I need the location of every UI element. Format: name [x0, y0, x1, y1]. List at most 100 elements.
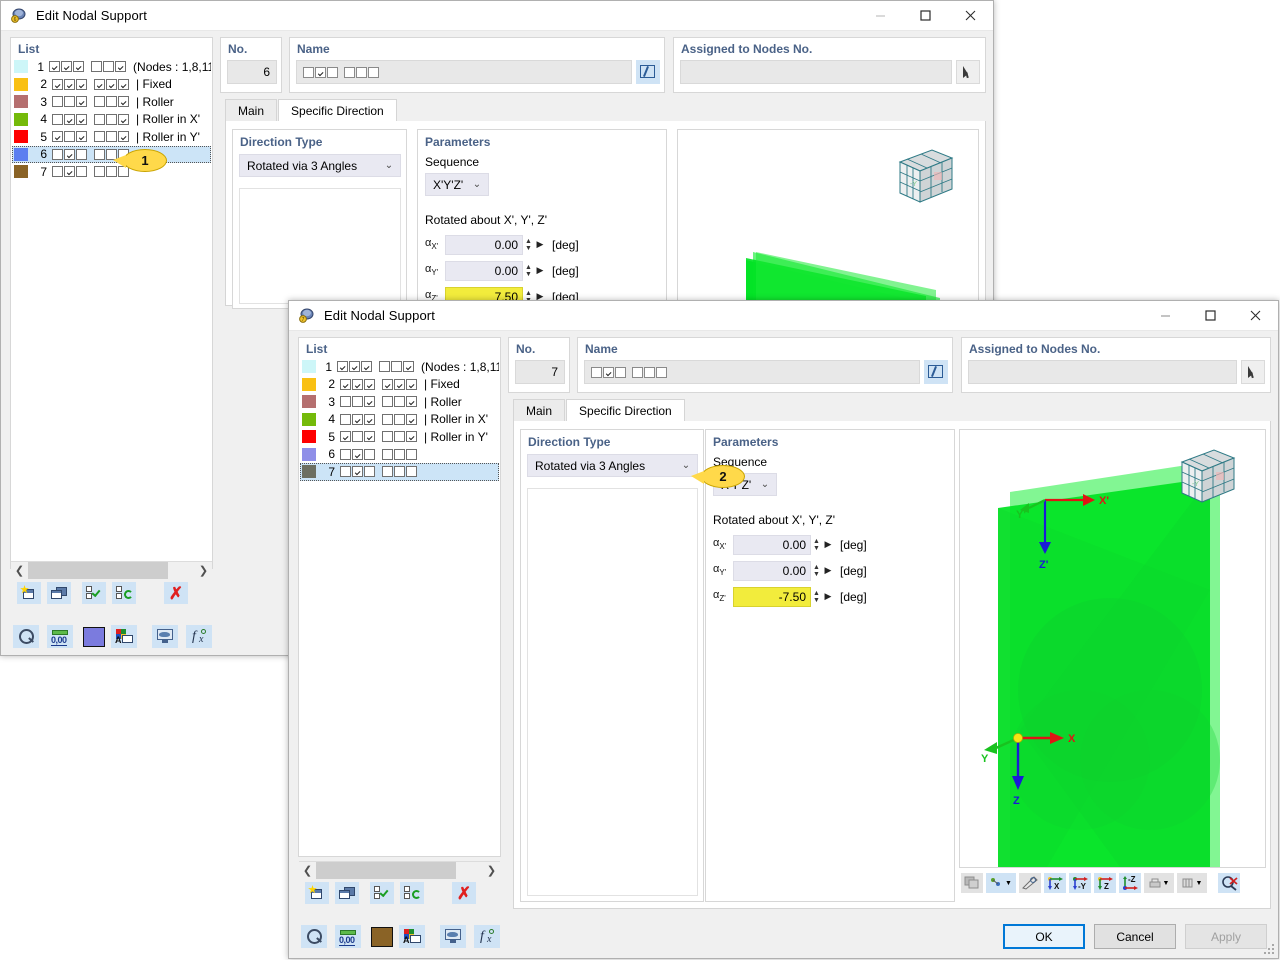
display-properties-icon[interactable]: ▼ [986, 873, 1016, 893]
checkbox-2[interactable] [118, 113, 129, 125]
checkbox-group[interactable] [94, 131, 129, 143]
maximize-button[interactable] [903, 1, 948, 31]
checkbox-group[interactable] [52, 96, 87, 108]
checkbox-0[interactable] [340, 448, 351, 460]
checkbox-1[interactable] [394, 466, 405, 478]
view-cube-icon[interactable]: -Y [1172, 444, 1242, 511]
render-icon[interactable] [152, 625, 178, 648]
spinner-up-icon[interactable]: ▲ [525, 238, 532, 245]
angle-input[interactable]: -7.50 [733, 586, 811, 607]
view-x-icon[interactable]: X [1044, 873, 1066, 893]
name-checkbox-0[interactable] [344, 67, 355, 79]
checkbox-group[interactable] [382, 466, 417, 478]
checkbox-0[interactable] [52, 96, 63, 108]
name-cb-group-a-1[interactable] [303, 65, 339, 79]
checkbox-2[interactable] [406, 466, 417, 478]
name-input-2[interactable] [584, 360, 920, 384]
checkbox-1[interactable] [106, 96, 117, 108]
checkbox-group[interactable] [337, 361, 373, 373]
checkbox-group[interactable] [91, 61, 127, 73]
spinner-down-icon[interactable]: ▼ [813, 597, 820, 604]
checkbox-1[interactable] [394, 378, 405, 390]
assigned-input-2[interactable] [968, 360, 1237, 384]
checkbox-1[interactable] [394, 431, 405, 443]
angle-input[interactable]: 0.00 [445, 260, 523, 281]
checkbox-1[interactable] [106, 113, 117, 125]
name-edit-icon[interactable] [924, 360, 948, 384]
checkbox-0[interactable] [340, 396, 351, 408]
angle-input[interactable]: 0.00 [445, 234, 523, 255]
spinner-buttons[interactable]: ▲▼ [811, 535, 822, 555]
color-swatch-icon[interactable] [81, 625, 107, 648]
table-row[interactable]: 4 | Roller in X' [12, 111, 211, 129]
checkbox-1[interactable] [106, 78, 117, 90]
checkbox-group[interactable] [52, 131, 87, 143]
hscroll-track-1[interactable] [28, 561, 195, 579]
table-row[interactable]: 5 | Roller in Y' [12, 128, 211, 146]
close-button[interactable] [948, 1, 993, 31]
checkbox-group[interactable] [340, 413, 375, 425]
checkbox-0[interactable] [382, 431, 393, 443]
table-row[interactable]: 3 | Roller [300, 393, 499, 411]
checkbox-0[interactable] [337, 361, 349, 373]
checkbox-1[interactable] [349, 361, 361, 373]
checkbox-1[interactable] [394, 448, 405, 460]
list-hscrollbar-2[interactable]: ❮ ❯ [299, 861, 500, 879]
checkbox-2[interactable] [406, 413, 417, 425]
cancel-button[interactable]: Cancel [1094, 924, 1176, 949]
resize-grip[interactable] [1264, 944, 1276, 956]
spinner-down-icon[interactable]: ▼ [525, 271, 532, 278]
checkbox-2[interactable] [118, 131, 129, 143]
checkbox-2[interactable] [76, 131, 87, 143]
spinner-buttons[interactable]: ▲▼ [523, 235, 534, 255]
checkbox-2[interactable] [406, 431, 417, 443]
checkbox-group[interactable] [94, 113, 129, 125]
minimize-button[interactable] [1143, 301, 1188, 331]
angle-more-icon[interactable]: ▶ [822, 539, 834, 550]
checkbox-group[interactable] [94, 78, 129, 90]
hscroll-thumb-2[interactable] [316, 861, 456, 879]
angle-more-icon[interactable]: ▶ [534, 239, 546, 250]
checkbox-2[interactable] [76, 166, 87, 178]
checkbox-group[interactable] [379, 361, 415, 373]
checkbox-2[interactable] [76, 148, 87, 160]
ok-button[interactable]: OK [1003, 924, 1085, 949]
checkbox-2[interactable] [406, 378, 417, 390]
checkbox-1[interactable] [352, 378, 363, 390]
name-checkbox-2[interactable] [368, 67, 379, 79]
checkbox-0[interactable] [94, 131, 105, 143]
checkbox-2[interactable] [364, 378, 375, 390]
table-row[interactable]: 6 [300, 446, 499, 464]
checkbox-0[interactable] [94, 166, 105, 178]
checkbox-0[interactable] [52, 113, 63, 125]
checkbox-1[interactable] [391, 361, 403, 373]
tab-main-1[interactable]: Main [225, 99, 278, 121]
spinner-up-icon[interactable]: ▲ [813, 564, 820, 571]
checkbox-1[interactable] [64, 113, 75, 125]
checkbox-2[interactable] [76, 113, 87, 125]
name-checkbox-0[interactable] [591, 367, 602, 379]
window-2-titlebar[interactable]: 7 Edit Nodal Support [289, 301, 1278, 331]
spinner-down-icon[interactable]: ▼ [813, 545, 820, 552]
checkbox-1[interactable] [352, 396, 363, 408]
close-button[interactable] [1233, 301, 1278, 331]
checkbox-group[interactable] [340, 431, 375, 443]
pick-nodes-icon[interactable] [956, 60, 980, 84]
name-cb-group-a-2[interactable] [591, 365, 627, 379]
checkbox-group[interactable] [340, 448, 375, 460]
name-checkbox-2[interactable] [615, 367, 626, 379]
checkbox-1[interactable] [61, 61, 73, 73]
legend-icon[interactable]: A [399, 925, 425, 948]
invert-selection-icon[interactable] [400, 882, 424, 904]
legend-icon[interactable]: A [111, 625, 137, 648]
render-mode-icon[interactable] [961, 873, 983, 893]
name-edit-icon[interactable] [636, 60, 660, 84]
table-row[interactable]: 4 | Roller in X' [300, 411, 499, 429]
checkbox-group[interactable] [52, 78, 87, 90]
checkbox-2[interactable] [361, 361, 373, 373]
checkbox-group[interactable] [382, 378, 417, 390]
support-list-2[interactable]: 1 (Nodes : 1,8,11) | H 2 | Fixed 3 | Roller 4 |… [300, 358, 499, 855]
tab-main-2[interactable]: Main [513, 399, 566, 421]
viewport-1[interactable]: -Y [677, 129, 979, 309]
checkbox-1[interactable] [352, 413, 363, 425]
